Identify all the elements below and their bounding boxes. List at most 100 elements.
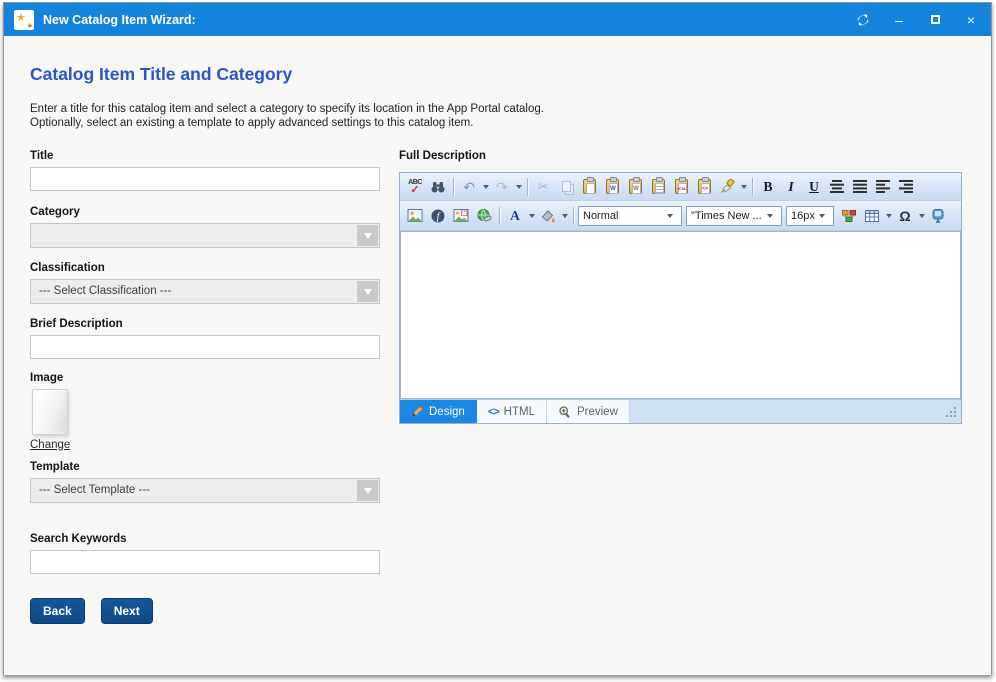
template-value: --- Select Template --- bbox=[31, 479, 379, 502]
copy-icon bbox=[562, 181, 571, 192]
classification-value: --- Select Classification --- bbox=[31, 280, 379, 303]
undo-icon: ↶ bbox=[463, 180, 475, 194]
field-template: Template --- Select Template --- bbox=[30, 461, 380, 503]
redo-dropdown[interactable] bbox=[514, 176, 523, 198]
insert-table-button[interactable] bbox=[861, 205, 883, 227]
next-button[interactable]: Next bbox=[101, 598, 153, 624]
binoculars-icon bbox=[430, 179, 446, 195]
hyperlink-globe-icon bbox=[476, 208, 492, 224]
search-keywords-input[interactable] bbox=[30, 550, 380, 574]
maximize-icon bbox=[931, 15, 940, 24]
refresh-button[interactable] bbox=[853, 10, 873, 30]
chevron-down-icon bbox=[819, 214, 825, 218]
spellcheck-check-icon: ✓ bbox=[410, 186, 419, 195]
toolbar-separator bbox=[499, 207, 500, 225]
paste-from-word-strip-font-icon bbox=[629, 179, 642, 194]
editor-canvas[interactable] bbox=[400, 231, 961, 399]
background-color-dropdown[interactable] bbox=[560, 205, 569, 227]
tab-preview-label: Preview bbox=[577, 406, 618, 418]
title-input[interactable] bbox=[30, 167, 380, 191]
brief-description-input[interactable] bbox=[30, 335, 380, 359]
italic-icon: I bbox=[788, 179, 793, 195]
snippet-manager-button[interactable] bbox=[838, 205, 860, 227]
italic-button[interactable]: I bbox=[780, 176, 802, 198]
background-color-button[interactable] bbox=[537, 205, 559, 227]
classification-dropdown[interactable]: --- Select Classification --- bbox=[30, 279, 380, 304]
paste-plain-text-icon bbox=[652, 179, 665, 194]
undo-button[interactable]: ↶ bbox=[458, 176, 480, 198]
resize-grip-icon[interactable] bbox=[945, 406, 957, 418]
chevron-down-icon bbox=[562, 214, 568, 218]
title-bar: New Catalog Item Wizard: – × bbox=[4, 3, 991, 36]
chevron-down-icon bbox=[886, 214, 892, 218]
template-dropdown[interactable]: --- Select Template --- bbox=[30, 478, 380, 503]
full-description-label: Full Description bbox=[399, 150, 486, 162]
wizard-buttons: Back Next bbox=[30, 598, 380, 624]
category-dropdown[interactable] bbox=[30, 223, 380, 248]
align-center-button[interactable] bbox=[826, 176, 848, 198]
change-image-link[interactable]: Change bbox=[30, 439, 70, 451]
bold-button[interactable]: B bbox=[757, 176, 779, 198]
copy-button[interactable] bbox=[555, 176, 577, 198]
flash-manager-button[interactable]: f bbox=[427, 205, 449, 227]
category-dropdown-button[interactable] bbox=[357, 225, 378, 246]
hyperlink-manager-button[interactable] bbox=[473, 205, 495, 227]
image-label: Image bbox=[30, 372, 380, 384]
font-name-select[interactable]: "Times New ... bbox=[686, 206, 782, 226]
flash-icon: f bbox=[430, 208, 446, 224]
tab-html[interactable]: <> HTML bbox=[477, 400, 547, 423]
align-left-icon bbox=[876, 180, 890, 193]
category-label: Category bbox=[30, 206, 380, 218]
paste-plain-text-button[interactable] bbox=[647, 176, 669, 198]
tab-design[interactable]: Design bbox=[400, 400, 477, 423]
wizard-icon bbox=[14, 10, 34, 30]
cut-button[interactable]: ✂ bbox=[532, 176, 554, 198]
undo-dropdown[interactable] bbox=[481, 176, 490, 198]
minimize-button[interactable]: – bbox=[889, 10, 909, 30]
paste-as-html-button[interactable] bbox=[670, 176, 692, 198]
paragraph-style-select[interactable]: Normal bbox=[578, 206, 682, 226]
format-brush-icon bbox=[719, 179, 735, 195]
underline-button[interactable]: U bbox=[803, 176, 825, 198]
paste-button[interactable] bbox=[578, 176, 600, 198]
find-replace-button[interactable] bbox=[427, 176, 449, 198]
paste-from-word-strip-font-button[interactable] bbox=[624, 176, 646, 198]
window-title: New Catalog Item Wizard: bbox=[43, 13, 196, 27]
template-dropdown-button[interactable] bbox=[357, 480, 378, 501]
chevron-down-icon bbox=[364, 233, 372, 239]
classification-dropdown-button[interactable] bbox=[357, 281, 378, 302]
format-stripper-dropdown[interactable] bbox=[739, 176, 748, 198]
spellcheck-button[interactable]: ABC ✓ bbox=[404, 176, 426, 198]
format-stripper-button[interactable] bbox=[716, 176, 738, 198]
close-button[interactable]: × bbox=[961, 10, 981, 30]
maximize-button[interactable] bbox=[925, 10, 945, 30]
insert-symbol-dropdown[interactable] bbox=[917, 205, 926, 227]
image-map-icon bbox=[453, 208, 469, 223]
insert-image-button[interactable] bbox=[404, 205, 426, 227]
redo-button[interactable]: ↷ bbox=[491, 176, 513, 198]
picture-icon bbox=[407, 208, 423, 223]
paste-html-button[interactable] bbox=[693, 176, 715, 198]
insert-symbol-button[interactable]: Ω bbox=[894, 205, 916, 227]
title-label: Title bbox=[30, 150, 380, 162]
align-left-button[interactable] bbox=[872, 176, 894, 198]
toolbar-separator bbox=[453, 178, 454, 196]
foreground-color-button[interactable]: A bbox=[504, 205, 526, 227]
back-button[interactable]: Back bbox=[30, 598, 85, 624]
justify-button[interactable] bbox=[849, 176, 871, 198]
media-manager-button[interactable] bbox=[927, 205, 949, 227]
toolbar-separator bbox=[573, 207, 574, 225]
paste-from-word-button[interactable] bbox=[601, 176, 623, 198]
tab-preview[interactable]: Preview bbox=[547, 400, 630, 423]
image-map-button[interactable] bbox=[450, 205, 472, 227]
paste-icon bbox=[583, 179, 596, 194]
chevron-down-icon bbox=[767, 214, 773, 218]
foreground-color-dropdown[interactable] bbox=[527, 205, 536, 227]
intro-text: Enter a title for this catalog item and … bbox=[30, 102, 544, 130]
font-size-select[interactable]: 16px bbox=[786, 206, 834, 226]
align-right-button[interactable] bbox=[895, 176, 917, 198]
insert-table-dropdown[interactable] bbox=[884, 205, 893, 227]
chevron-down-icon bbox=[919, 214, 925, 218]
editor-tabbar: Design <> HTML Preview bbox=[400, 399, 961, 423]
font-name-value: "Times New ... bbox=[691, 210, 762, 222]
